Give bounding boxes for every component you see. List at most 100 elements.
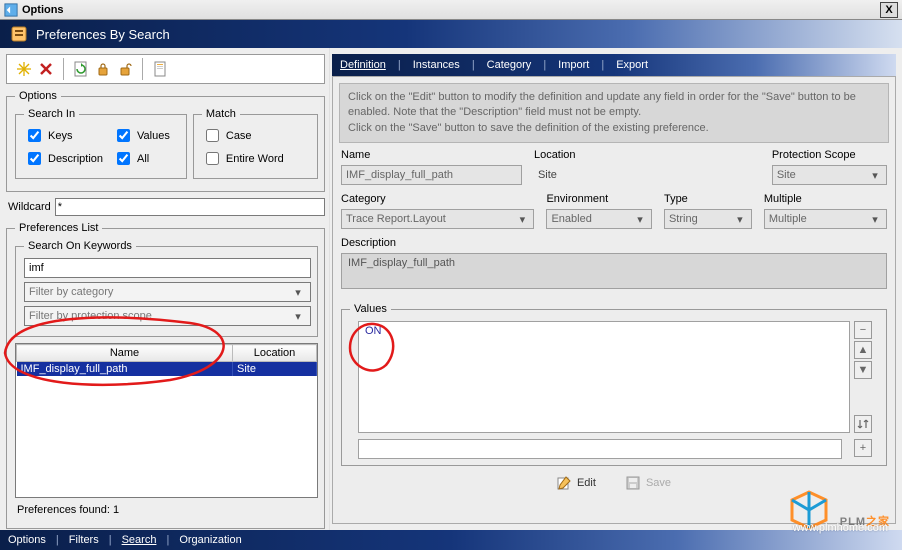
info-line1: Click on the "Edit" button to modify the… — [348, 90, 880, 121]
label-name: Name — [341, 149, 522, 161]
footer-search[interactable]: Search — [122, 534, 157, 546]
value-type[interactable]: String▾ — [664, 209, 752, 229]
close-icon: X — [885, 4, 892, 16]
label-type: Type — [664, 193, 752, 205]
header-title: Preferences By Search — [36, 27, 170, 42]
tab-instances[interactable]: Instances — [411, 59, 462, 71]
footer-options[interactable]: Options — [8, 534, 46, 546]
prefs-list-fieldset: Preferences List Search On Keywords Filt… — [6, 222, 325, 529]
cell-name: IMF_display_full_path — [17, 362, 233, 377]
footer-bar: Options| Filters| Search| Organization — [0, 530, 902, 550]
wildcard-input[interactable] — [55, 198, 325, 216]
all-label: All — [137, 153, 149, 165]
footer-organization[interactable]: Organization — [179, 534, 241, 546]
options-legend: Options — [15, 90, 61, 102]
left-toolbar — [6, 54, 325, 84]
label-category: Category — [341, 193, 534, 205]
sort-button[interactable] — [854, 415, 872, 433]
values-label: Values — [137, 130, 170, 142]
chevron-down-icon: ▾ — [290, 310, 306, 323]
col-location[interactable]: Location — [233, 345, 317, 362]
info-line2: Click on the "Save" button to save the d… — [348, 121, 880, 136]
save-button: Save — [626, 476, 671, 490]
cell-location: Site — [233, 362, 317, 377]
close-button[interactable]: X — [880, 2, 898, 18]
values-checkbox[interactable] — [117, 129, 130, 142]
value-env[interactable]: Enabled▾ — [546, 209, 652, 229]
remove-value-button[interactable]: − — [854, 321, 872, 339]
value-multiple[interactable]: Multiple▾ — [764, 209, 887, 229]
search-keywords-legend: Search On Keywords — [24, 240, 136, 252]
label-pscope: Protection Scope — [772, 149, 887, 161]
value-entry-input[interactable] — [358, 439, 842, 459]
preferences-icon — [10, 25, 28, 43]
refresh-icon[interactable] — [70, 58, 92, 80]
keyword-input[interactable] — [24, 258, 311, 278]
value-pscope[interactable]: Site▾ — [772, 165, 887, 185]
description-label: Description — [48, 153, 103, 165]
value-description: IMF_display_full_path — [341, 253, 887, 289]
entireword-checkbox[interactable] — [206, 152, 219, 165]
label-location: Location — [534, 149, 666, 161]
tab-import[interactable]: Import — [556, 59, 591, 71]
edit-button[interactable]: Edit — [557, 476, 596, 490]
keys-checkbox[interactable] — [28, 129, 41, 142]
table-row[interactable]: IMF_display_full_path Site — [17, 362, 317, 377]
results-count: Preferences found: 1 — [17, 504, 316, 516]
value-category[interactable]: Trace Report.Layout▾ — [341, 209, 534, 229]
delete-icon[interactable] — [35, 58, 57, 80]
results-table[interactable]: Name Location IMF_display_full_path Site — [15, 343, 318, 498]
keys-label: Keys — [48, 130, 72, 142]
chevron-down-icon: ▾ — [290, 286, 306, 299]
lock-closed-icon[interactable] — [92, 58, 114, 80]
form-row2: Category Environment Type Multiple Trace… — [333, 193, 895, 237]
search-in-legend: Search In — [24, 108, 79, 120]
save-icon — [626, 476, 640, 490]
move-down-button[interactable]: ▼ — [854, 361, 872, 379]
window-title: Options — [22, 4, 64, 16]
col-name[interactable]: Name — [17, 345, 233, 362]
label-multiple: Multiple — [764, 193, 887, 205]
header-band: Preferences By Search — [0, 20, 902, 48]
chevron-down-icon: ▾ — [515, 213, 529, 226]
logo-url: www.plmhome.com — [793, 522, 888, 534]
form-row1: Name Location Protection Scope IMF_displ… — [333, 149, 895, 193]
footer-filters[interactable]: Filters — [69, 534, 99, 546]
match-legend: Match — [202, 108, 240, 120]
right-panel: Definition| Instances| Category| Import|… — [330, 48, 902, 530]
info-message: Click on the "Edit" button to modify the… — [339, 83, 889, 143]
tab-category[interactable]: Category — [485, 59, 534, 71]
left-panel: Options Search In Keys Values Descriptio… — [0, 48, 330, 530]
description-block: Description IMF_display_full_path — [333, 237, 895, 297]
filter-scope-placeholder: Filter by protection scope — [29, 310, 152, 322]
all-checkbox[interactable] — [117, 152, 130, 165]
tab-definition[interactable]: Definition — [338, 59, 388, 71]
values-fieldset: Values ON − ▲ ▼ + — [341, 303, 887, 466]
description-checkbox[interactable] — [28, 152, 41, 165]
value-name: IMF_display_full_path — [341, 165, 522, 185]
search-keywords-fieldset: Search On Keywords Filter by category ▾ … — [15, 240, 318, 337]
wildcard-label: Wildcard — [8, 201, 51, 213]
case-label: Case — [226, 130, 252, 142]
entireword-label: Entire Word — [226, 153, 284, 165]
move-up-button[interactable]: ▲ — [854, 341, 872, 359]
label-description: Description — [341, 237, 887, 249]
lock-open-icon[interactable] — [114, 58, 136, 80]
add-value-button[interactable]: + — [854, 439, 872, 457]
app-icon — [4, 3, 18, 17]
tab-export[interactable]: Export — [614, 59, 650, 71]
label-env: Environment — [546, 193, 652, 205]
chevron-down-icon: ▾ — [633, 213, 647, 226]
new-icon[interactable] — [13, 58, 35, 80]
chevron-down-icon: ▾ — [733, 213, 747, 226]
prefs-list-legend: Preferences List — [15, 222, 102, 234]
filter-scope-select[interactable]: Filter by protection scope ▾ — [24, 306, 311, 326]
label-values: Values — [350, 303, 391, 315]
filter-category-select[interactable]: Filter by category ▾ — [24, 282, 311, 302]
chevron-down-icon: ▾ — [868, 213, 882, 226]
values-list[interactable]: ON — [358, 321, 850, 433]
value-location: Site — [534, 165, 666, 185]
search-in-fieldset: Search In Keys Values Description All — [15, 108, 187, 179]
case-checkbox[interactable] — [206, 129, 219, 142]
document-icon[interactable] — [149, 58, 171, 80]
